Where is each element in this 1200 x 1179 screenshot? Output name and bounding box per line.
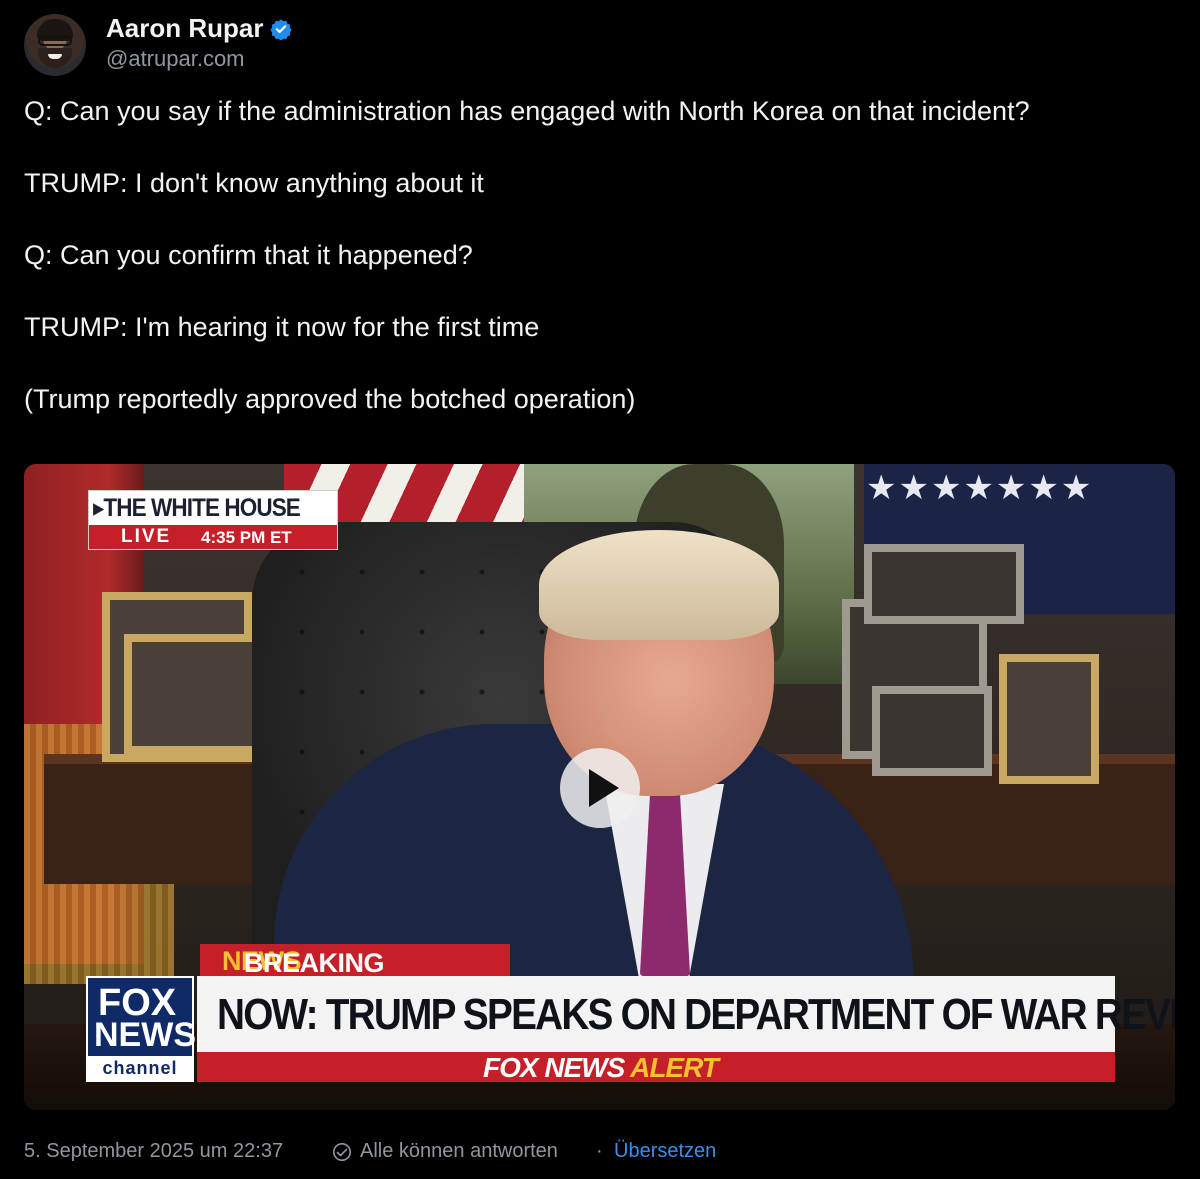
reply-restriction-icon	[333, 1143, 351, 1161]
logo-line-3: channel	[88, 1056, 192, 1080]
location-label: THE WHITE HOUSE	[103, 494, 300, 522]
reply-setting[interactable]: Alle können antworten	[360, 1140, 558, 1163]
author-handle[interactable]: @atrupar.com	[106, 46, 245, 72]
video-player[interactable]: ★★★★★★★ ▸THE WHITE HOUSE LIVE 4:35 PM ET…	[24, 464, 1175, 1110]
alert-bar: FOX NEWS ALERT	[197, 1052, 1115, 1083]
logo-line-2: NEWS	[94, 1016, 196, 1054]
play-icon[interactable]	[560, 748, 640, 828]
post-text-line: Q: Can you say if the administration has…	[24, 96, 1030, 126]
translate-link[interactable]: Übersetzen	[614, 1140, 716, 1163]
location-tag: ▸THE WHITE HOUSE LIVE 4:35 PM ET	[88, 490, 338, 550]
broadcast-time: 4:35 PM ET	[201, 528, 292, 547]
post-text-line: TRUMP: I'm hearing it now for the first …	[24, 312, 540, 342]
post-text-line: Q: Can you confirm that it happened?	[24, 240, 473, 270]
separator-dot: ·	[596, 1140, 603, 1162]
live-label: LIVE	[121, 526, 172, 547]
headline-banner: NOW: TRUMP SPEAKS ON DEPARTMENT OF WAR R…	[197, 976, 1175, 1052]
author-name[interactable]: Aaron Rupar	[106, 13, 263, 44]
verified-badge-icon	[270, 19, 292, 40]
alert-word: ALERT	[630, 1052, 719, 1083]
breaking-news-banner: BREAKING NEWS	[200, 944, 510, 978]
play-arrow-icon: ▸	[93, 494, 104, 522]
breaking-label: BREAKING	[244, 948, 385, 978]
post-text-line: (Trump reportedly approved the botched o…	[24, 384, 636, 414]
logo-line-1: FOX	[98, 982, 177, 1024]
avatar[interactable]	[24, 14, 86, 76]
post-timestamp[interactable]: 5. September 2025 um 22:37	[24, 1140, 283, 1163]
network-logo: FOX NEWS channel	[86, 976, 196, 1082]
post-text-line: TRUMP: I don't know anything about it	[24, 168, 484, 198]
alert-prefix: FOX NEWS	[483, 1052, 625, 1083]
headline-text: NOW: TRUMP SPEAKS ON DEPARTMENT OF WAR R…	[217, 990, 1175, 1039]
